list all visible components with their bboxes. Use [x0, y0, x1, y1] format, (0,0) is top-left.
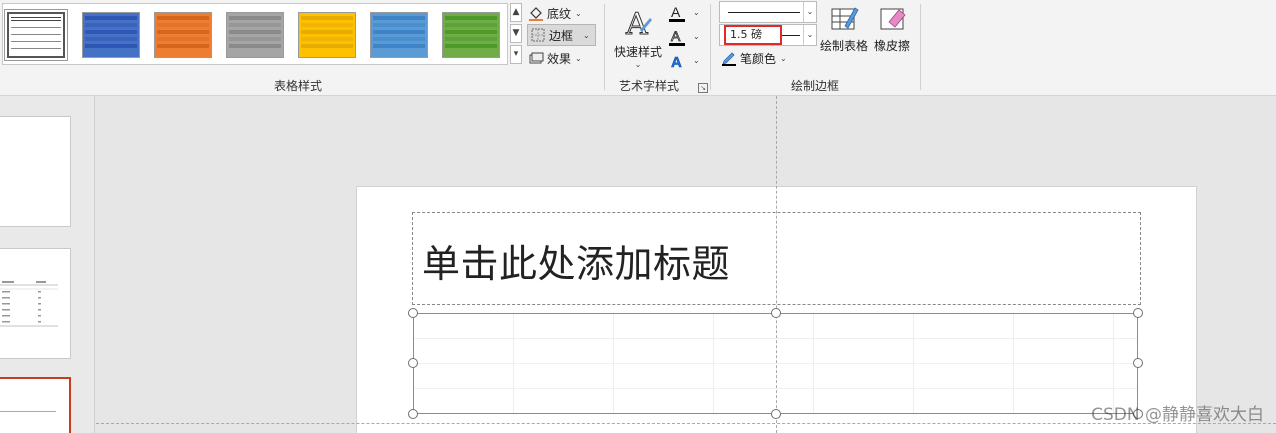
group-separator — [920, 4, 921, 90]
table-style-green[interactable] — [442, 12, 500, 58]
resize-handle-middle-right[interactable] — [1133, 358, 1143, 368]
border-grid-icon — [530, 27, 546, 43]
paint-bucket-icon — [528, 5, 544, 21]
wordart-a-icon: A — [611, 4, 665, 43]
group-separator — [710, 4, 711, 90]
draw-table-button[interactable]: 绘制表格 — [818, 4, 870, 54]
resize-handle-bottom-left[interactable] — [408, 409, 418, 419]
pen-weight-value: 1.5 磅 — [724, 25, 782, 45]
svg-text:A: A — [625, 7, 648, 40]
table-style-plain[interactable] — [4, 9, 68, 61]
slide-editing-canvas: 单击此处添加标题 — [96, 96, 1276, 433]
quick-styles-button[interactable]: A 快速样式 ⌄ — [611, 4, 665, 70]
chevron-down-icon: ⌄ — [693, 7, 700, 17]
chevron-down-icon: ⌄ — [693, 55, 700, 65]
slide-thumbnail[interactable] — [0, 116, 71, 227]
text-fill-icon: A — [668, 4, 686, 22]
pen-color-label: 笔颜色 — [740, 51, 777, 66]
pen-color-icon — [721, 50, 737, 66]
shading-label: 底纹 — [547, 6, 572, 21]
resize-handle-top-center[interactable] — [771, 308, 781, 318]
pen-color-button[interactable]: 笔颜色 ⌄ — [721, 48, 787, 68]
chevron-down-icon: ⌄ — [575, 8, 582, 18]
svg-text:A: A — [671, 54, 682, 70]
chevron-down-icon: ⌄ — [803, 2, 816, 22]
ribbon: ▲ ▼ ▾ 底纹 ⌄ 边框 ⌄ 效果 ⌄ 表格样式 A 快速样式 ⌄ A ⌄ A… — [0, 0, 1276, 96]
gallery-scroll-up[interactable]: ▲ — [510, 3, 522, 22]
effects-label: 效果 — [547, 51, 572, 66]
quick-styles-label: 快速样式 — [613, 45, 662, 59]
table-style-orange[interactable] — [154, 12, 212, 58]
art-text-group-label: 艺术字样式 — [619, 79, 680, 93]
draw-borders-group-label: 绘制边框 — [791, 79, 840, 93]
table-styles-group-label: 表格样式 — [274, 79, 323, 93]
chevron-down-icon: ⌄ — [780, 53, 787, 63]
eraser-button[interactable]: 橡皮擦 — [872, 4, 912, 54]
resize-handle-bottom-center[interactable] — [771, 409, 781, 419]
table-style-gray[interactable] — [226, 12, 284, 58]
text-effects-icon: A — [668, 52, 686, 72]
draw-table-label: 绘制表格 — [819, 39, 868, 53]
group-separator — [604, 4, 605, 90]
effects-icon — [528, 50, 544, 66]
borders-label: 边框 — [549, 28, 574, 43]
resize-handle-middle-left[interactable] — [408, 358, 418, 368]
table-style-blue[interactable] — [82, 12, 140, 58]
pen-style-dropdown[interactable]: ⌄ — [719, 1, 817, 23]
powerpoint-window: ▲ ▼ ▾ 底纹 ⌄ 边框 ⌄ 效果 ⌄ 表格样式 A 快速样式 ⌄ A ⌄ A… — [0, 0, 1276, 433]
title-placeholder[interactable]: 单击此处添加标题 — [412, 212, 1141, 305]
slide-thumbnail-pane — [0, 96, 95, 433]
shading-button[interactable]: 底纹 ⌄ — [528, 3, 582, 23]
chevron-down-icon: ⌄ — [575, 53, 582, 63]
chevron-down-icon: ⌄ — [634, 60, 642, 69]
table-object[interactable] — [413, 313, 1138, 414]
gallery-more[interactable]: ▾ — [510, 45, 522, 64]
gallery-scroll-down[interactable]: ▼ — [510, 24, 522, 43]
text-fill-button[interactable]: A ⌄ — [668, 2, 700, 22]
solid-line-sample — [728, 12, 800, 13]
eraser-icon — [872, 4, 912, 37]
watermark: CSDN @静静喜欢大白 — [1091, 405, 1264, 425]
effects-button[interactable]: 效果 ⌄ — [528, 48, 582, 68]
slide-thumbnail[interactable] — [0, 248, 71, 359]
table-grid — [414, 314, 1137, 413]
slide-thumbnail-selected[interactable] — [0, 377, 71, 433]
text-outline-icon: A — [668, 28, 686, 46]
chevron-down-icon: ⌄ — [803, 25, 816, 45]
pen-weight-dropdown[interactable]: 1.5 磅 ⌄ — [719, 24, 817, 46]
chevron-down-icon: ⌄ — [693, 31, 700, 41]
svg-text:A: A — [671, 28, 681, 44]
table-style-gold[interactable] — [298, 12, 356, 58]
text-effects-button[interactable]: A ⌄ — [668, 50, 700, 72]
borders-button[interactable]: 边框 ⌄ — [527, 24, 596, 46]
dialog-launcher-icon[interactable]: ↘ — [698, 83, 708, 93]
eraser-label: 橡皮擦 — [873, 39, 910, 53]
pen-weight-text: 1.5 磅 — [730, 28, 762, 41]
thumbnail-table-preview — [0, 281, 58, 327]
draw-table-icon — [818, 4, 870, 37]
table-styles-gallery — [2, 3, 508, 65]
resize-handle-top-left[interactable] — [408, 308, 418, 318]
text-outline-button[interactable]: A ⌄ — [668, 26, 700, 46]
thumbnail-line — [0, 411, 56, 412]
resize-handle-top-right[interactable] — [1133, 308, 1143, 318]
svg-text:A: A — [671, 4, 681, 20]
chevron-down-icon: ⌄ — [583, 30, 590, 40]
weight-line-sample — [782, 35, 800, 36]
table-style-lightblue[interactable] — [370, 12, 428, 58]
title-placeholder-text: 单击此处添加标题 — [422, 242, 731, 286]
